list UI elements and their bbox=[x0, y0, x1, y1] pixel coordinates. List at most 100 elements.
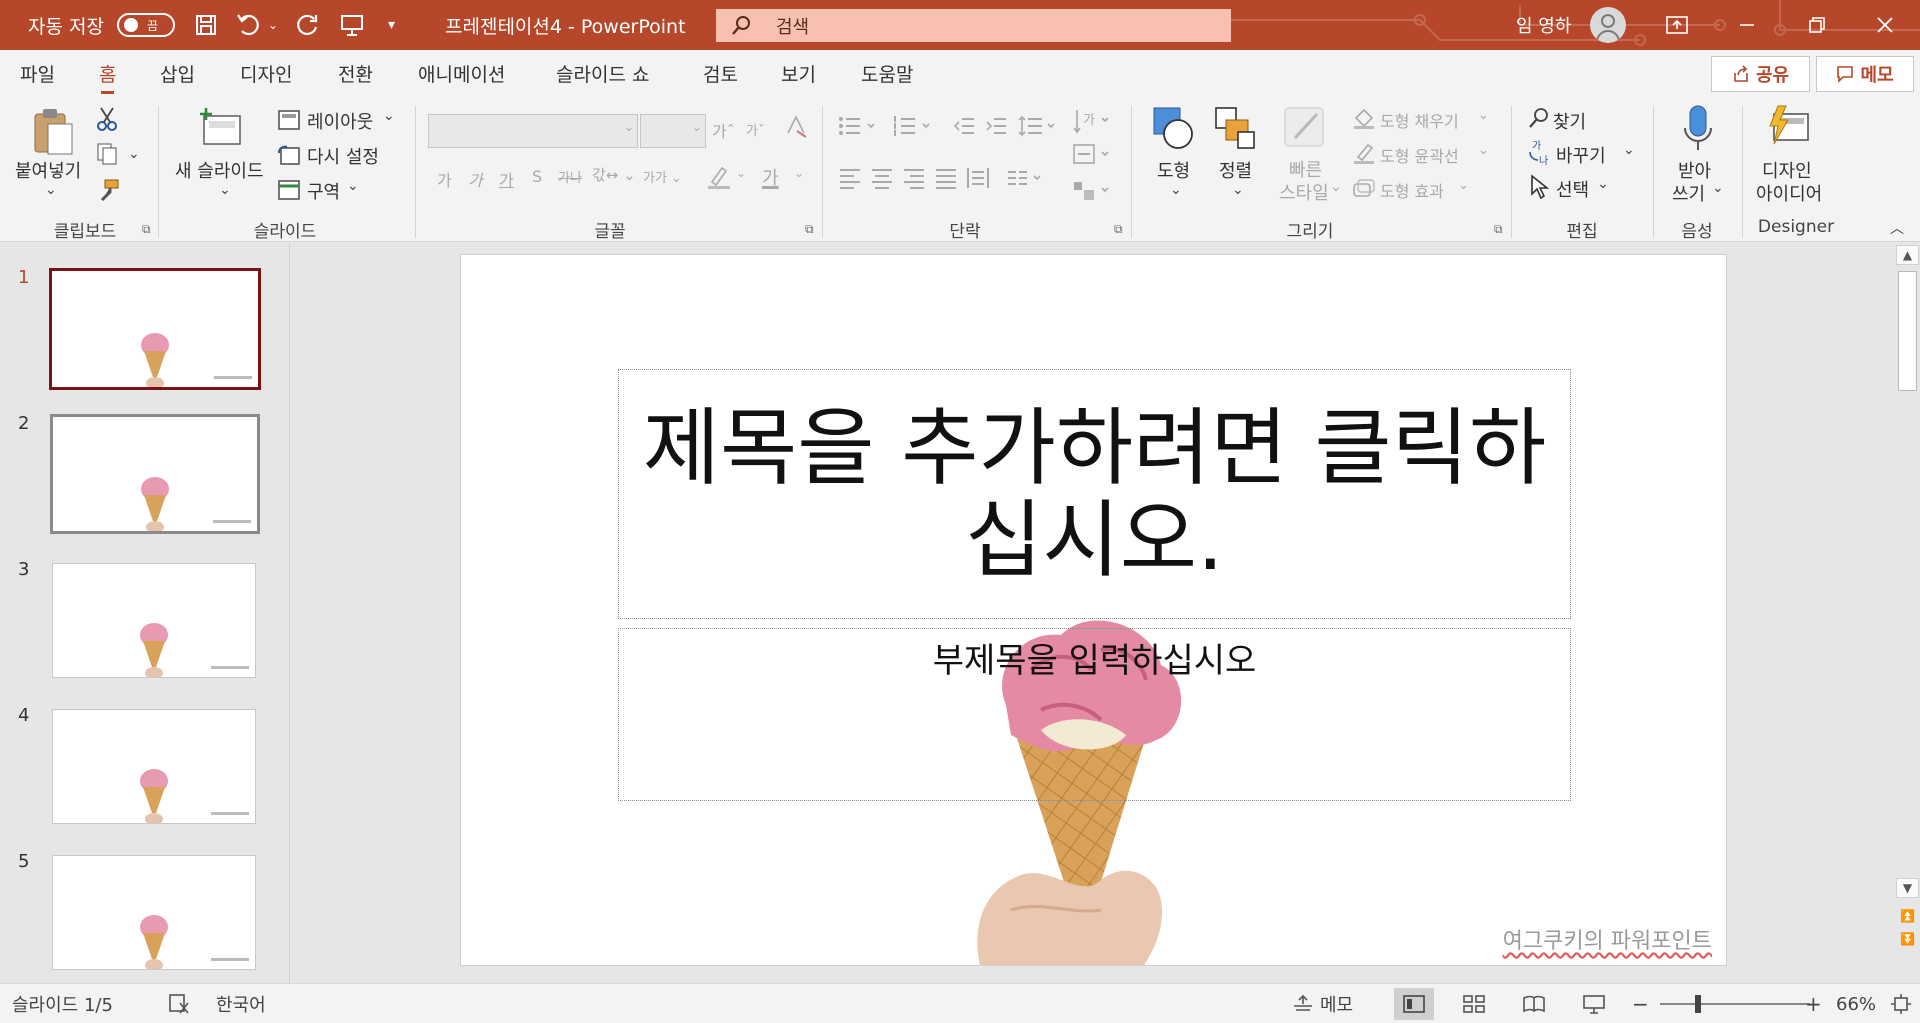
slide-thumbnail[interactable] bbox=[50, 414, 260, 534]
dictate-dropdown-icon[interactable]: ⌄ bbox=[1712, 180, 1724, 196]
shadow-icon[interactable]: S bbox=[532, 167, 542, 186]
shape-effects-icon[interactable] bbox=[1352, 176, 1376, 206]
slide-sorter-view-icon[interactable] bbox=[1454, 988, 1494, 1020]
tab-transitions[interactable]: 전환 bbox=[338, 60, 373, 92]
shapes-label[interactable]: 도형 bbox=[1157, 157, 1190, 183]
find-icon[interactable] bbox=[1527, 106, 1551, 136]
paste-dropdown-icon[interactable]: ⌄ bbox=[45, 182, 57, 198]
shape-outline-icon[interactable] bbox=[1352, 141, 1376, 171]
comments-button[interactable]: 메모 bbox=[1816, 56, 1914, 92]
shape-outline-dropdown-icon[interactable]: ⌄ bbox=[1478, 143, 1489, 158]
select-label[interactable]: 선택 bbox=[1556, 176, 1589, 202]
tab-view[interactable]: 보기 bbox=[781, 60, 816, 92]
design-ideas-icon[interactable] bbox=[1766, 104, 1812, 154]
tab-slideshow[interactable]: 슬라이드 쇼 bbox=[556, 60, 649, 92]
new-slide-dropdown-icon[interactable]: ⌄ bbox=[219, 182, 231, 198]
select-icon[interactable] bbox=[1529, 174, 1551, 206]
arrange-icon[interactable] bbox=[1214, 106, 1258, 156]
scroll-down-icon[interactable]: ▼ bbox=[1896, 878, 1919, 898]
section-dropdown-icon[interactable]: ⌄ bbox=[347, 178, 359, 194]
scroll-up-icon[interactable]: ▲ bbox=[1896, 245, 1919, 265]
select-dropdown-icon[interactable]: ⌄ bbox=[1597, 176, 1609, 192]
next-slide-icon[interactable]: ⏬ bbox=[1896, 929, 1919, 949]
reading-view-icon[interactable] bbox=[1514, 988, 1554, 1020]
save-icon[interactable] bbox=[191, 0, 221, 50]
copy-dropdown-icon[interactable]: ⌄ bbox=[128, 146, 140, 162]
language-indicator[interactable]: 한국어 bbox=[216, 984, 266, 1023]
accessibility-icon[interactable] bbox=[168, 984, 190, 1023]
subtitle-placeholder[interactable]: 부제목을 입력하십시오 bbox=[618, 628, 1571, 801]
decrease-indent-icon[interactable] bbox=[952, 114, 976, 144]
underline-icon[interactable]: 가 bbox=[499, 167, 514, 191]
quick-styles-dropdown-icon[interactable]: ⌄ bbox=[1330, 179, 1342, 195]
share-button[interactable]: 공유 bbox=[1711, 56, 1810, 92]
vertical-scrollbar[interactable]: ▲ ▼ ⏫ ⏬ bbox=[1895, 243, 1920, 983]
justify-icon[interactable] bbox=[934, 166, 958, 196]
user-name[interactable]: 임 영하 bbox=[1516, 0, 1571, 50]
quick-styles-label-2[interactable]: 스타일 bbox=[1279, 179, 1329, 205]
section-label[interactable]: 구역 bbox=[307, 178, 340, 204]
shapes-icon[interactable] bbox=[1152, 106, 1196, 156]
slide-canvas[interactable]: 제목을 추가하려면 클릭하 십시오. 부제목을 입력하십시오 여그쿠키의 파워포… bbox=[460, 254, 1727, 966]
normal-view-icon[interactable] bbox=[1394, 988, 1434, 1020]
convert-to-smartart-icon[interactable] bbox=[1072, 178, 1112, 210]
slide-thumbnail[interactable] bbox=[52, 709, 256, 824]
cut-icon[interactable] bbox=[96, 106, 118, 138]
layout-icon[interactable] bbox=[278, 110, 300, 136]
undo-icon[interactable] bbox=[234, 0, 264, 50]
quick-styles-icon[interactable] bbox=[1283, 106, 1329, 156]
ribbon-display-options-icon[interactable] bbox=[1642, 0, 1712, 50]
font-family-combo[interactable] bbox=[428, 114, 638, 148]
highlight-dropdown-icon[interactable]: ⌄ bbox=[736, 166, 746, 180]
font-launcher-icon[interactable]: ⧉ bbox=[805, 222, 814, 237]
dictate-label-2[interactable]: 쓰기 bbox=[1672, 180, 1705, 206]
notes-button[interactable]: 메모 bbox=[1292, 984, 1353, 1023]
dictate-icon[interactable] bbox=[1682, 104, 1714, 156]
slide-thumbnail[interactable] bbox=[52, 563, 256, 678]
slide-thumbnail[interactable] bbox=[52, 855, 256, 970]
shape-fill-label[interactable]: 도형 채우기 bbox=[1380, 108, 1459, 132]
layout-label[interactable]: 레이아웃 bbox=[307, 108, 373, 134]
redo-icon[interactable] bbox=[293, 0, 323, 50]
undo-dropdown-icon[interactable]: ⌄ bbox=[268, 0, 278, 50]
character-spacing-icon[interactable]: 갃↔ ⌄ bbox=[592, 164, 636, 185]
arrange-label[interactable]: 정렬 bbox=[1219, 157, 1252, 183]
align-right-icon[interactable] bbox=[902, 166, 926, 196]
numbering-icon[interactable] bbox=[893, 114, 933, 144]
bullets-icon[interactable] bbox=[838, 114, 878, 144]
replace-dropdown-icon[interactable]: ⌄ bbox=[1623, 142, 1635, 158]
present-from-start-icon[interactable] bbox=[337, 0, 367, 50]
tab-file[interactable]: 파일 bbox=[20, 60, 55, 92]
clear-formatting-icon[interactable] bbox=[784, 115, 808, 145]
slide-thumbnail[interactable] bbox=[49, 268, 261, 390]
tab-insert[interactable]: 삽입 bbox=[160, 60, 195, 92]
shape-effects-dropdown-icon[interactable]: ⌄ bbox=[1458, 178, 1469, 193]
zoom-slider-knob[interactable] bbox=[1695, 995, 1701, 1013]
tab-home[interactable]: 홈 bbox=[99, 60, 116, 94]
title-placeholder[interactable]: 제목을 추가하려면 클릭하 십시오. bbox=[618, 369, 1571, 619]
autosave-toggle[interactable]: 끔 bbox=[117, 13, 175, 37]
zoom-out-icon[interactable]: − bbox=[1632, 984, 1649, 1023]
close-icon[interactable] bbox=[1850, 0, 1920, 50]
restore-icon[interactable] bbox=[1782, 0, 1852, 50]
font-color-icon[interactable]: 가 bbox=[762, 164, 779, 190]
columns-icon[interactable] bbox=[1006, 166, 1046, 196]
font-size-dropdown-icon[interactable]: ⌄ bbox=[692, 120, 702, 134]
align-left-icon[interactable] bbox=[838, 166, 862, 196]
font-color-dropdown-icon[interactable]: ⌄ bbox=[794, 166, 804, 180]
highlight-icon[interactable] bbox=[706, 164, 732, 196]
fit-to-window-icon[interactable] bbox=[1890, 984, 1912, 1023]
paragraph-launcher-icon[interactable]: ⧉ bbox=[1114, 222, 1123, 237]
shape-fill-dropdown-icon[interactable]: ⌄ bbox=[1478, 108, 1489, 123]
tab-help[interactable]: 도움말 bbox=[861, 60, 913, 92]
layout-dropdown-icon[interactable]: ⌄ bbox=[383, 108, 395, 124]
tab-animations[interactable]: 애니메이션 bbox=[418, 60, 505, 92]
distributed-icon[interactable] bbox=[966, 166, 990, 196]
paste-icon[interactable] bbox=[32, 106, 74, 164]
shrink-font-icon[interactable]: 가ˇ bbox=[746, 120, 764, 139]
customize-qat-icon[interactable]: ▾ bbox=[388, 0, 395, 50]
collapse-ribbon-icon[interactable]: ︿ bbox=[1890, 218, 1904, 238]
minimize-icon[interactable] bbox=[1712, 0, 1782, 50]
increase-indent-icon[interactable] bbox=[984, 114, 1008, 144]
drawing-launcher-icon[interactable]: ⧉ bbox=[1494, 222, 1503, 237]
